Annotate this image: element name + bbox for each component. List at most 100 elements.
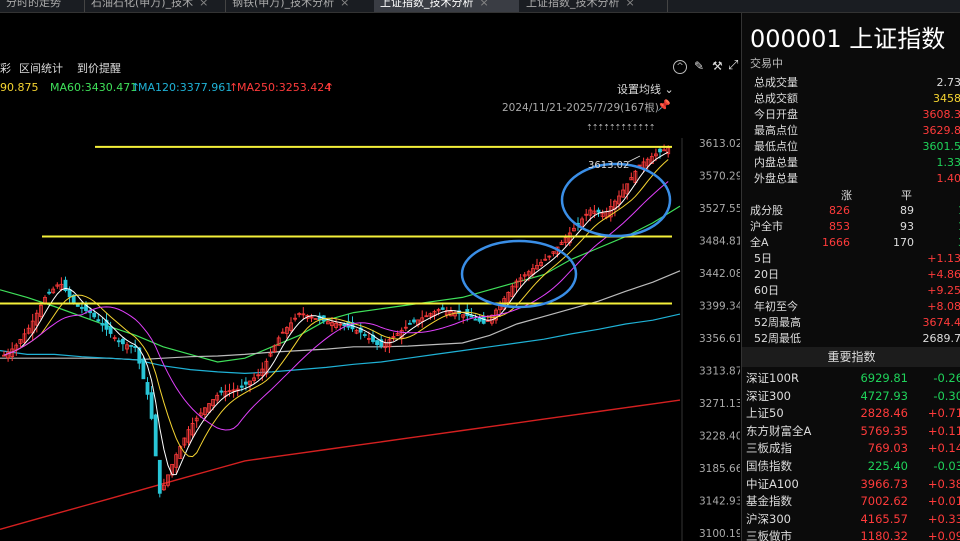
- quote-label: 最高点位: [754, 124, 798, 137]
- tab-3[interactable]: 钢铁(申万)_技术分析 ×: [226, 0, 372, 12]
- index-price: 4727.93: [860, 388, 908, 403]
- index-change: +0.01%: [927, 494, 960, 509]
- breadth-up: 853: [829, 220, 850, 233]
- quote-value: 2.73: [936, 76, 960, 89]
- index-price: 3966.73: [860, 476, 908, 491]
- candle-body: [141, 358, 146, 380]
- candle-body: [219, 390, 224, 393]
- index-row[interactable]: 国债指数 225.40 -0.03%: [742, 457, 960, 475]
- y-tick-label: 3313.87: [699, 365, 740, 377]
- close-icon[interactable]: ×: [480, 0, 489, 9]
- breadth-flat: 89: [900, 204, 914, 217]
- index-header: 重要指数: [742, 347, 960, 367]
- index-name: 深证100R: [746, 371, 799, 385]
- y-tick-label: 3271.13: [699, 398, 740, 410]
- y-tick-label: 3484.81: [699, 236, 740, 248]
- tab-1[interactable]: 分时的走势: [0, 0, 84, 12]
- candle-body: [342, 323, 347, 327]
- index-row[interactable]: 基金指数 7002.62 +0.01%: [742, 492, 960, 510]
- y-tick-label: 3613.02: [699, 138, 740, 150]
- candle-body: [67, 289, 72, 298]
- index-price: 2828.46: [860, 406, 908, 421]
- index-price: 4165.57: [860, 511, 908, 526]
- breadth-row: 全A 1666 170 34: [742, 235, 960, 251]
- index-change: +0.71%: [927, 406, 960, 421]
- quote-value: 3629.8: [922, 124, 960, 137]
- candle-body: [412, 319, 416, 323]
- max-price-label: 3613.02: [588, 160, 629, 171]
- candle-body: [658, 148, 662, 153]
- breadth-up: 826: [829, 204, 850, 217]
- highlight-ellipse: [560, 162, 672, 238]
- index-price: 7002.62: [860, 494, 908, 509]
- quote-row: 总成交量 2.73: [742, 75, 960, 91]
- ma-line-ma120: [0, 270, 681, 361]
- index-row[interactable]: 沪深300 4165.57 +0.33%: [742, 510, 960, 528]
- breadth-flat-header: 平: [901, 189, 912, 202]
- index-row[interactable]: 三板成指 769.03 +0.14%: [742, 439, 960, 457]
- index-change: +0.09%: [927, 529, 960, 541]
- period-label: 52周最低: [754, 332, 801, 345]
- index-name: 基金指数: [746, 494, 792, 509]
- period-row: 20日 +4.86: [742, 267, 960, 283]
- breadth-down: 13: [932, 203, 960, 219]
- index-row[interactable]: 上证50 2828.46 +0.71%: [742, 404, 960, 422]
- breadth-label: 成分股: [750, 204, 783, 217]
- candle-body: [121, 338, 125, 345]
- index-price: 225.40: [867, 459, 908, 473]
- quote-row: 外盘总量 1.40: [742, 171, 960, 187]
- security-title: 000001 上证指数: [750, 25, 946, 53]
- period-label: 20日: [754, 268, 779, 281]
- index-row[interactable]: 中证A100 3966.73 +0.38%: [742, 475, 960, 493]
- breadth-down: 34: [932, 235, 960, 251]
- y-tick-label: 3356.61: [699, 333, 740, 345]
- period-label: 年初至今: [754, 300, 798, 313]
- tab-label: 上证指数_技术分析: [380, 0, 474, 9]
- index-row[interactable]: 东方财富全A 5769.35 +0.11%: [742, 422, 960, 440]
- candle-body: [100, 323, 105, 326]
- period-row: 年初至今 +8.08: [742, 299, 960, 315]
- quote-row: 最低点位 3601.5: [742, 139, 960, 155]
- tab-bar: 分时的走势 石油石化(申万)_技术 × 钢铁(申万)_技术分析 × 上证指数_技术分…: [0, 0, 960, 13]
- tab-2[interactable]: 石油石化(申万)_技术 ×: [85, 0, 225, 12]
- index-change: -0.30%: [933, 388, 960, 403]
- index-row[interactable]: 三板做市 1180.32 +0.09%: [742, 527, 960, 541]
- kline-chart[interactable]: 3613.02 3570.29 3527.55 3484.81 3442.08 3399.…: [0, 13, 740, 541]
- tab-label: 分时的走势: [6, 0, 61, 9]
- period-row: 52周最低 2689.7: [742, 331, 960, 347]
- index-change: +0.11%: [927, 423, 960, 438]
- ma5-line: [3, 151, 669, 476]
- close-icon[interactable]: ×: [626, 0, 635, 9]
- close-icon[interactable]: ×: [199, 0, 208, 9]
- tab-4-active[interactable]: 上证指数_技术分析 ×: [374, 0, 519, 12]
- index-row[interactable]: 深证300 4727.93 -0.30%: [742, 387, 960, 405]
- index-change: -0.26%: [933, 371, 960, 385]
- breadth-up: 1666: [822, 236, 850, 249]
- y-tick-label: 3442.08: [699, 268, 740, 280]
- index-change: +0.33%: [927, 511, 960, 526]
- candle-body: [149, 392, 154, 419]
- tab-label: 石油石化(申万)_技术: [91, 0, 194, 9]
- candle-body: [473, 318, 478, 321]
- index-name: 上证50: [746, 406, 784, 421]
- tab-5[interactable]: 上证指数_技术分析 ×: [520, 0, 666, 12]
- period-value: 3674.4: [922, 316, 960, 329]
- breadth-flat: 93: [900, 220, 914, 233]
- index-price: 769.03: [867, 441, 908, 456]
- candle-body: [116, 340, 121, 343]
- breadth-label: 沪全市: [750, 220, 783, 233]
- close-icon[interactable]: ×: [340, 0, 349, 9]
- index-row[interactable]: 深证100R 6929.81 -0.26%: [742, 369, 960, 387]
- quote-row: 今日开盘 3608.3: [742, 107, 960, 123]
- quote-value: 1.40: [936, 172, 960, 185]
- quote-panel: 000001 上证指数 交易中 总成交量 2.73 总成交额 3458 今日开盘 3608…: [741, 13, 960, 541]
- y-tick-label: 3399.34: [699, 301, 740, 313]
- quote-label: 最低点位: [754, 140, 798, 153]
- period-row: 60日 +9.25: [742, 283, 960, 299]
- candle-body: [129, 345, 134, 347]
- quote-label: 今日开盘: [754, 108, 798, 121]
- candle-body: [80, 306, 84, 309]
- tab-divider: [667, 0, 668, 12]
- period-value: +4.86: [927, 268, 960, 281]
- index-name: 三板做市: [746, 529, 792, 541]
